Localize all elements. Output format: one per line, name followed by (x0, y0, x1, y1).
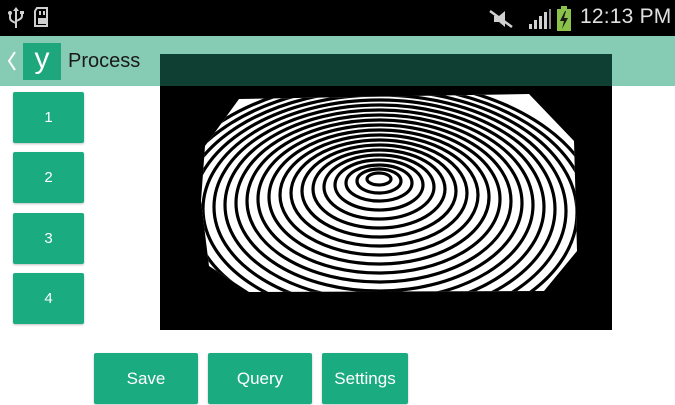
query-button[interactable]: Query (208, 353, 312, 404)
query-button-label: Query (236, 368, 284, 388)
usb-icon (8, 7, 24, 28)
save-button-label: Save (126, 368, 166, 388)
side-button-4[interactable]: 4 (13, 273, 84, 324)
page-title: Process (68, 50, 141, 72)
save-button[interactable]: Save (94, 353, 198, 404)
side-button-1[interactable]: 1 (13, 92, 84, 143)
back-chevron-icon[interactable] (7, 50, 17, 72)
side-button-label: 1 (44, 109, 53, 126)
side-button-label: 3 (44, 230, 53, 247)
signal-icon (529, 9, 551, 29)
panel-header-overlay (160, 54, 612, 86)
fingerprint-image (201, 94, 577, 292)
battery-charging-icon (557, 6, 571, 31)
app-logo-letter: y (34, 42, 50, 75)
side-button-3[interactable]: 3 (13, 213, 84, 264)
side-button-label: 4 (44, 290, 53, 307)
side-button-label: 2 (44, 169, 53, 186)
app-logo[interactable]: y (23, 43, 61, 80)
status-bar: 12:13 PM (0, 0, 675, 36)
mute-icon (489, 9, 513, 29)
settings-button-label: Settings (334, 368, 396, 388)
status-clock: 12:13 PM (580, 5, 672, 28)
settings-button[interactable]: Settings (322, 353, 408, 404)
side-button-2[interactable]: 2 (13, 152, 84, 203)
sd-card-icon (34, 7, 48, 27)
